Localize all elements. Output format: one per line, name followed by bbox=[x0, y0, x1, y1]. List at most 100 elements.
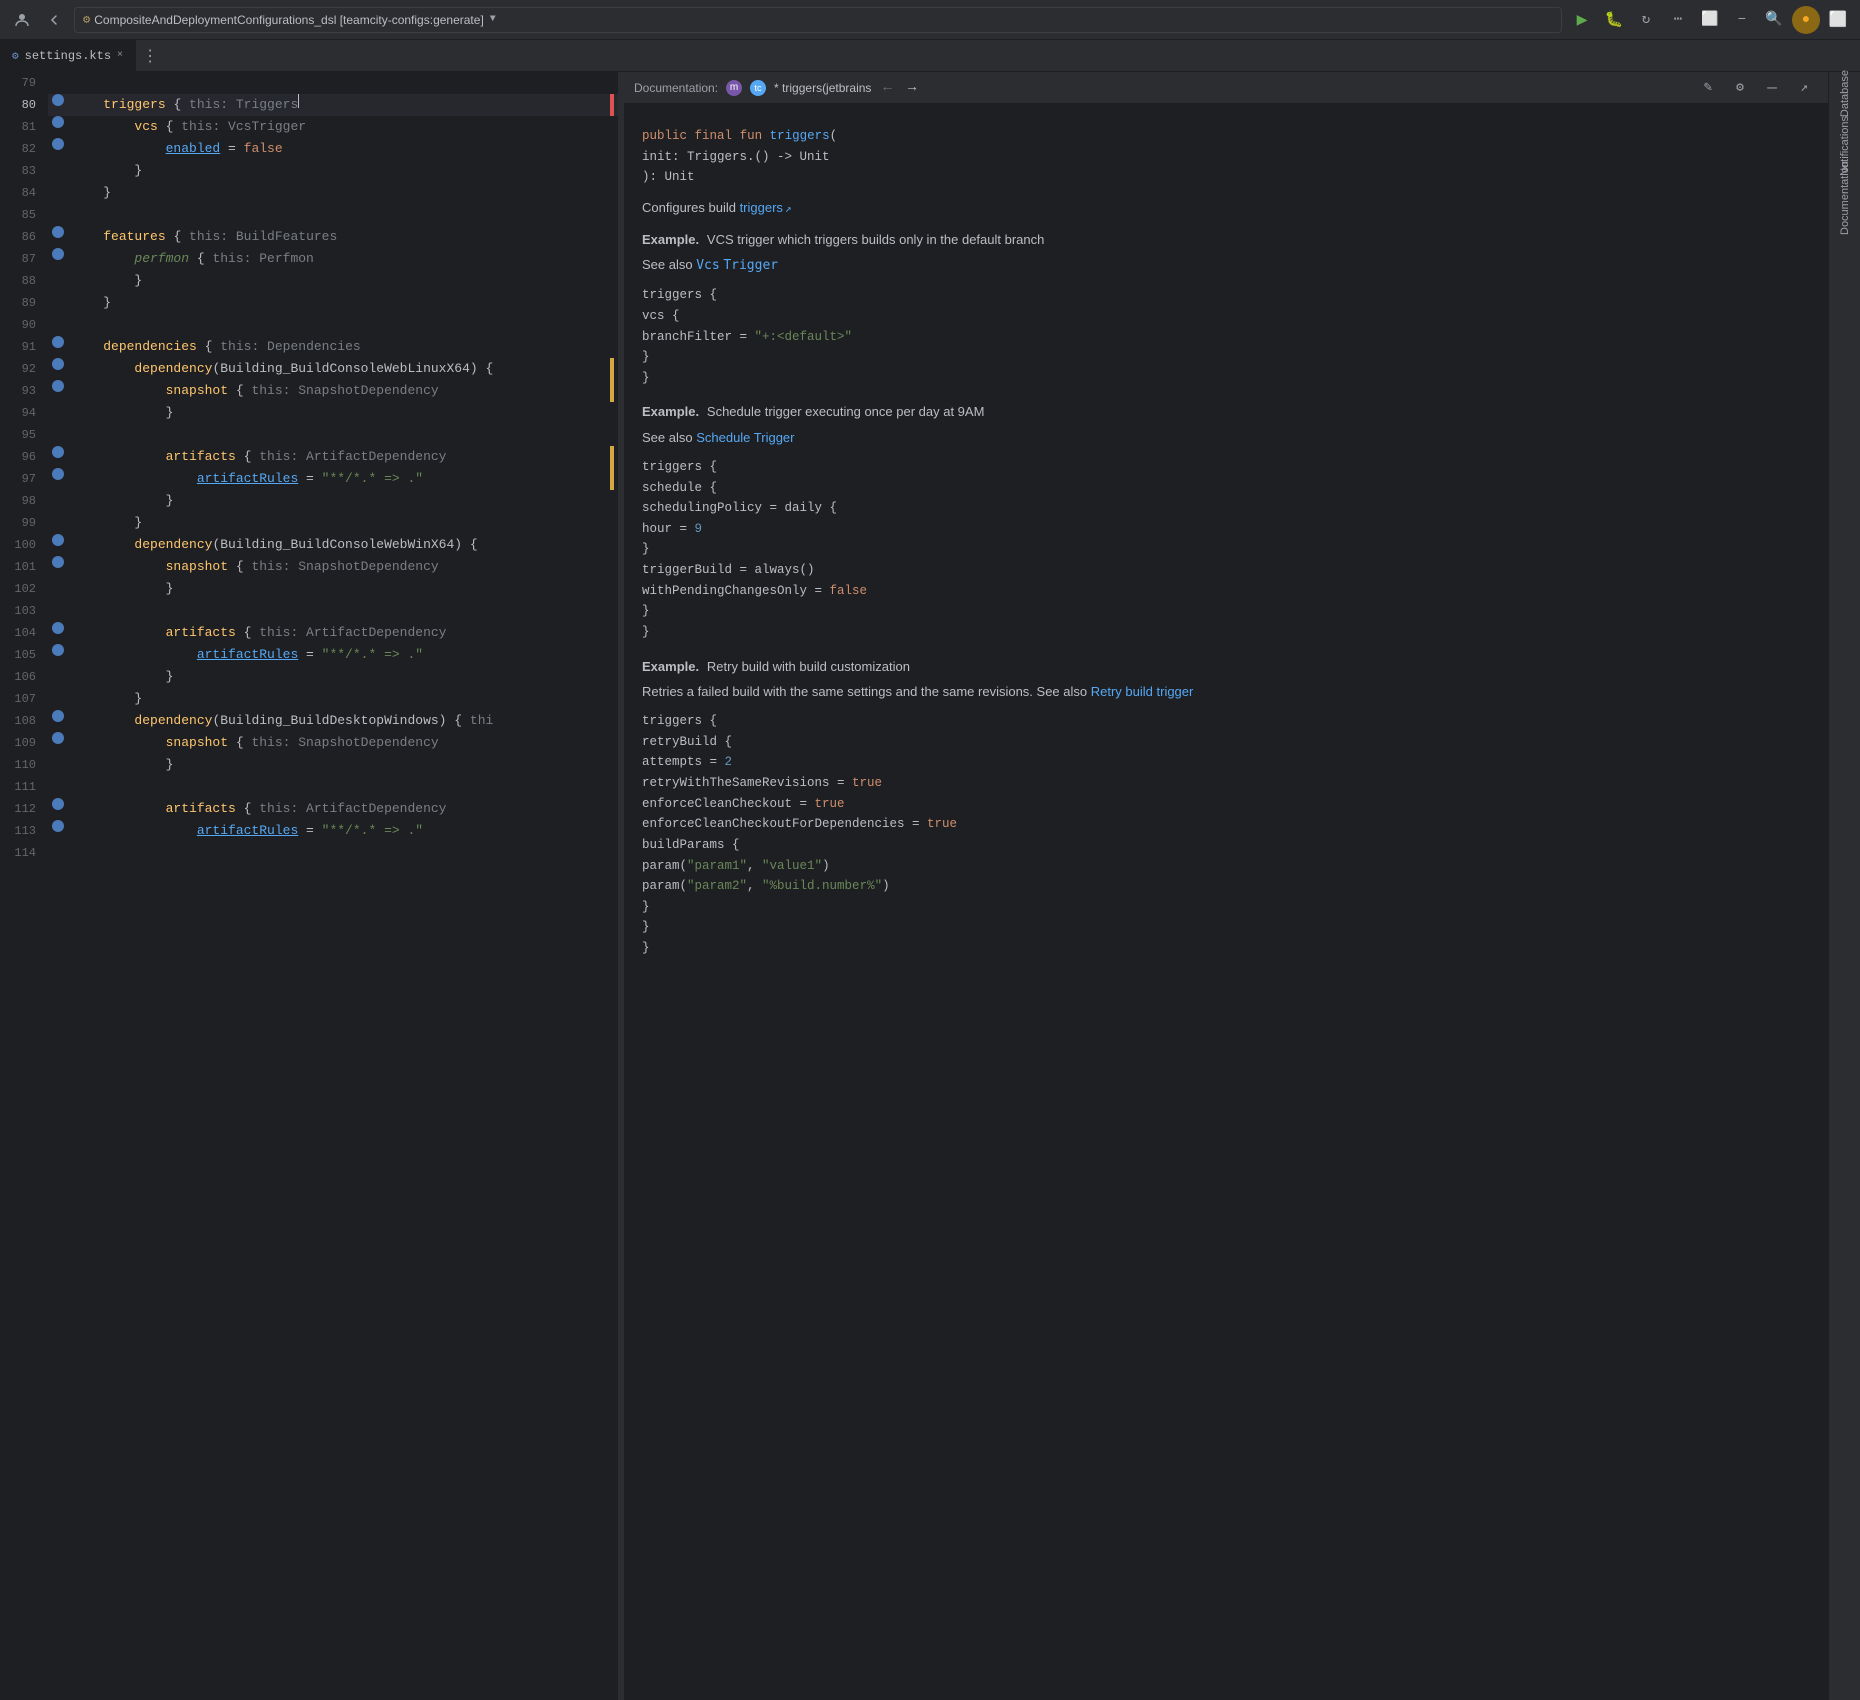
breakpoint-101[interactable] bbox=[52, 556, 64, 568]
doc-example2-header: Example. Schedule trigger executing once… bbox=[642, 402, 1810, 424]
breakpoint-92[interactable] bbox=[52, 358, 64, 370]
doc-triggers-link[interactable]: triggers bbox=[740, 200, 783, 215]
doc-example1-label: Example. bbox=[642, 232, 699, 247]
breakpoint-100[interactable] bbox=[52, 534, 64, 546]
breakpoint-113[interactable] bbox=[52, 820, 64, 832]
breakpoint-81[interactable] bbox=[52, 116, 64, 128]
doc-schedule-trigger-link[interactable]: Schedule Trigger bbox=[696, 430, 794, 445]
more-icon-btn[interactable]: ⋯ bbox=[1664, 6, 1692, 34]
code-content-109[interactable]: snapshot { this: SnapshotDependency bbox=[68, 732, 606, 754]
breadcrumb-bar[interactable]: ⚙ CompositeAndDeploymentConfigurations_d… bbox=[74, 7, 1562, 33]
breakpoint-112[interactable] bbox=[52, 798, 64, 810]
breakpoint-105[interactable] bbox=[52, 644, 64, 656]
side-icon-documentation[interactable]: Documentation bbox=[1831, 184, 1859, 212]
breakpoint-96[interactable] bbox=[52, 446, 64, 458]
breadcrumb-dropdown-icon[interactable]: ▼ bbox=[490, 14, 496, 25]
table-row: 107 } bbox=[0, 688, 618, 710]
code-content-86[interactable]: features { this: BuildFeatures bbox=[68, 226, 606, 248]
breakpoint-104[interactable] bbox=[52, 622, 64, 634]
tab-close-btn[interactable]: × bbox=[117, 50, 123, 61]
tab-more-btn[interactable]: ⋮ bbox=[136, 42, 164, 70]
code-content-96[interactable]: artifacts { this: ArtifactDependency bbox=[68, 446, 606, 468]
code-content-98[interactable]: } bbox=[68, 490, 606, 512]
doc-back-btn[interactable]: ← bbox=[879, 78, 895, 98]
code-content-94[interactable]: } bbox=[68, 402, 606, 424]
code-content-82[interactable]: enabled = false bbox=[68, 138, 606, 160]
breakpoint-87[interactable] bbox=[52, 248, 64, 260]
minimize-icon-btn[interactable]: − bbox=[1728, 6, 1756, 34]
code-content-107[interactable]: } bbox=[68, 688, 606, 710]
code-content-110[interactable]: } bbox=[68, 754, 606, 776]
table-row: 92 dependency(Building_BuildConsoleWebLi… bbox=[0, 358, 618, 380]
code-content-91[interactable]: dependencies { this: Dependencies bbox=[68, 336, 606, 358]
doc-retry-build-trigger-link[interactable]: Retry build trigger bbox=[1091, 684, 1194, 699]
code-content-80[interactable]: triggers { this: Triggers bbox=[68, 94, 606, 116]
doc-example2-text: Schedule trigger executing once per day … bbox=[707, 404, 985, 419]
doc-title-label: Documentation: bbox=[634, 81, 718, 95]
line-number-101: 101 bbox=[0, 556, 48, 578]
line-number-83: 83 bbox=[0, 160, 48, 182]
doc-settings-btn[interactable]: ⚙ bbox=[1726, 74, 1754, 102]
line-number-97: 97 bbox=[0, 468, 48, 490]
side-icon-notifications[interactable]: Notifications bbox=[1831, 132, 1859, 160]
table-row: 79 bbox=[0, 72, 618, 94]
refresh-icon-btn[interactable]: ↻ bbox=[1632, 6, 1660, 34]
doc-vcs-link[interactable]: Vcs bbox=[696, 258, 719, 273]
breakpoint-97[interactable] bbox=[52, 468, 64, 480]
breakpoint-82[interactable] bbox=[52, 138, 64, 150]
gutter-112 bbox=[48, 798, 68, 810]
breakpoint-80[interactable] bbox=[52, 94, 64, 106]
code-content-108[interactable]: dependency(Building_BuildDesktopWindows)… bbox=[68, 710, 606, 732]
code-content-92[interactable]: dependency(Building_BuildConsoleWebLinux… bbox=[68, 358, 606, 380]
code-content-97[interactable]: artifactRules = "**/*.* => ." bbox=[68, 468, 606, 490]
notification-icon-btn[interactable]: ⬜ bbox=[1824, 6, 1852, 34]
panel-divider[interactable] bbox=[618, 72, 624, 1700]
line-number-103: 103 bbox=[0, 600, 48, 622]
code-content-83[interactable]: } bbox=[68, 160, 606, 182]
breakpoint-91[interactable] bbox=[52, 336, 64, 348]
code-content-99[interactable]: } bbox=[68, 512, 606, 534]
code-content-112[interactable]: artifacts { this: ArtifactDependency bbox=[68, 798, 606, 820]
code-content-102[interactable]: } bbox=[68, 578, 606, 600]
code-content-106[interactable]: } bbox=[68, 666, 606, 688]
breakpoint-86[interactable] bbox=[52, 226, 64, 238]
run-button[interactable]: ▶ bbox=[1568, 6, 1596, 34]
code-content-93[interactable]: snapshot { this: SnapshotDependency bbox=[68, 380, 606, 402]
doc-badge-m: m bbox=[726, 80, 742, 96]
code-content-81[interactable]: vcs { this: VcsTrigger bbox=[68, 116, 606, 138]
side-icon-database[interactable]: Database bbox=[1831, 80, 1859, 108]
doc-content: public final fun triggers( init: Trigger… bbox=[624, 104, 1828, 1700]
breakpoint-109[interactable] bbox=[52, 732, 64, 744]
doc-desc-text: Configures build bbox=[642, 200, 740, 215]
doc-forward-btn[interactable]: → bbox=[904, 78, 920, 98]
code-content-113[interactable]: artifactRules = "**/*.* => ." bbox=[68, 820, 606, 842]
breakpoint-108[interactable] bbox=[52, 710, 64, 722]
doc-example3-text: Retry build with build customization bbox=[707, 659, 910, 674]
code-content-89[interactable]: } bbox=[68, 292, 606, 314]
doc-expand-btn[interactable]: ↗ bbox=[1790, 74, 1818, 102]
bug-icon-btn[interactable]: 🐛 bbox=[1600, 6, 1628, 34]
profile-icon-btn[interactable]: ● bbox=[1792, 6, 1820, 34]
table-row: 87 perfmon { this: Perfmon bbox=[0, 248, 618, 270]
table-row: 88 } bbox=[0, 270, 618, 292]
doc-minimize-btn[interactable]: — bbox=[1758, 74, 1786, 102]
search-global-btn[interactable]: 🔍 bbox=[1760, 6, 1788, 34]
code-content-104[interactable]: artifacts { this: ArtifactDependency bbox=[68, 622, 606, 644]
line-number-96: 96 bbox=[0, 446, 48, 468]
code-content-88[interactable]: } bbox=[68, 270, 606, 292]
doc-edit-btn[interactable]: ✎ bbox=[1694, 74, 1722, 102]
code-content-87[interactable]: perfmon { this: Perfmon bbox=[68, 248, 606, 270]
code-content-84[interactable]: } bbox=[68, 182, 606, 204]
tab-settings-kts[interactable]: ⚙ settings.kts × bbox=[0, 40, 136, 72]
code-content-105[interactable]: artifactRules = "**/*.* => ." bbox=[68, 644, 606, 666]
gutter-109 bbox=[48, 732, 68, 744]
code-content-100[interactable]: dependency(Building_BuildConsoleWebWinX6… bbox=[68, 534, 606, 556]
breakpoint-93[interactable] bbox=[52, 380, 64, 392]
line-number-114: 114 bbox=[0, 842, 48, 864]
code-content-101[interactable]: snapshot { this: SnapshotDependency bbox=[68, 556, 606, 578]
user-icon-btn[interactable] bbox=[8, 6, 36, 34]
table-row: 111 bbox=[0, 776, 618, 798]
back-nav-btn[interactable] bbox=[40, 6, 68, 34]
window-icon-btn[interactable]: ⬜ bbox=[1696, 6, 1724, 34]
doc-trigger-link[interactable]: Trigger bbox=[723, 258, 778, 273]
